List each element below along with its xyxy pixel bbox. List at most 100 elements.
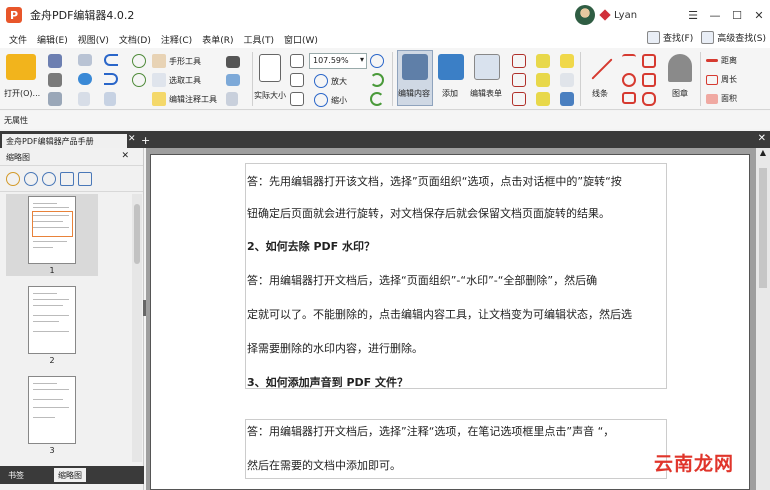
attach-icon[interactable] [560,73,574,87]
thumbnail-page[interactable] [28,376,76,444]
menu-view[interactable]: 视图(V) [77,33,110,46]
edit-form-icon[interactable] [474,54,500,80]
table-icon[interactable] [512,92,526,106]
polyline-icon[interactable] [642,73,656,87]
snapshot-icon[interactable] [226,56,240,68]
add-button[interactable]: 添加 [442,88,458,99]
zoom-select[interactable]: 107.59% [309,53,367,69]
minimize-button[interactable]: — [704,6,726,24]
properties-icon[interactable] [48,92,62,106]
sticky-note-icon[interactable] [560,54,574,68]
find-button[interactable]: 查找(F) [647,31,693,44]
advanced-find-button[interactable]: 高级查找(S) [701,31,766,44]
sound-icon[interactable] [560,92,574,106]
rotate-left-icon[interactable] [60,171,74,186]
circle-icon[interactable] [622,73,636,87]
user-name[interactable]: Lyan [614,10,637,21]
tab-document[interactable]: 金舟PDF编辑器产品手册 [2,134,127,148]
strikethrough-icon[interactable] [536,73,550,87]
underline-icon[interactable] [536,92,550,106]
thumbnail-page[interactable] [28,286,76,354]
open-button[interactable]: 打开(O)... [4,88,40,99]
thumbnail-item[interactable]: 2 [6,284,98,366]
shrink-thumb-icon[interactable] [42,171,56,186]
actual-size-icon[interactable] [259,54,281,82]
rectangle-icon[interactable] [622,92,636,104]
distance-button[interactable]: 距离 [706,55,737,66]
pdf-page[interactable]: 答：先用编辑器打开该文档，选择”页面组织“选项，点击对话框中的”旋转“按 钮确定… [150,154,750,490]
select-tool-button[interactable]: 选取工具 [152,73,201,87]
menu-comment[interactable]: 注释(C) [160,33,193,46]
thumbnail-page[interactable] [28,196,76,264]
zoom-dropdown-icon[interactable] [370,54,384,68]
insert-page-icon[interactable] [226,92,238,106]
lines-button[interactable]: 线条 [592,88,608,99]
panel-close-icon[interactable]: ✕ [121,151,129,161]
scroll-thumb[interactable] [759,168,767,288]
edit-form-button[interactable]: 编辑表单 [470,88,502,99]
cloud-shape-icon[interactable] [642,92,656,106]
back-icon[interactable] [132,54,146,68]
insert-image-icon[interactable] [226,74,240,86]
scroll-thumb[interactable] [134,204,140,264]
tab-thumbnails[interactable]: 缩略图 [54,468,86,482]
arrow-icon[interactable] [622,54,636,68]
more-options-icon[interactable] [96,172,104,186]
enlarge-thumb-icon[interactable] [24,171,38,186]
fit-visible-icon[interactable] [290,92,304,106]
forward-icon[interactable] [132,73,146,87]
email-icon[interactable] [78,54,92,66]
text-icon[interactable] [536,54,550,68]
hand-tool-button[interactable]: 手形工具 [152,54,201,68]
new-doc-icon[interactable] [78,92,90,106]
tab-bookmarks[interactable]: 书签 [4,468,28,482]
thumbnail-scrollbar[interactable] [132,194,142,462]
zoom-out-button[interactable]: 缩小 [314,93,347,107]
copy-icon[interactable] [104,92,116,106]
zoom-in-button[interactable]: 放大 [314,74,347,88]
maximize-button[interactable]: ☐ [726,6,748,24]
fit-width-icon[interactable] [290,54,304,68]
edit-annot-tool-button[interactable]: 编辑注释工具 [152,92,217,106]
rotate-right-icon[interactable] [78,171,92,186]
menu-file[interactable]: 文件 [8,33,28,46]
stamp-icon[interactable] [668,54,692,82]
line-icon[interactable] [591,58,613,80]
perimeter-button[interactable]: 周长 [706,74,737,85]
tab-close-icon[interactable]: ✕ [128,134,140,148]
print-icon[interactable] [48,73,62,87]
thumbnail-item[interactable]: 3 [6,374,98,456]
avatar[interactable] [575,5,595,25]
user-account[interactable]: Lyan [575,5,637,25]
rotate-ccw-icon[interactable] [370,92,384,106]
textbox-icon[interactable] [512,54,526,68]
close-all-icon[interactable]: ✕ [758,133,766,144]
edit-content-icon[interactable] [402,54,428,80]
polygon-icon[interactable] [642,54,656,68]
undo-icon[interactable] [104,54,118,66]
folder-icon[interactable] [6,54,36,80]
scroll-up-icon[interactable]: ▲ [756,148,770,162]
menu-icon[interactable]: ☰ [682,6,704,24]
stamp-button[interactable]: 图章 [672,88,688,99]
callout-icon[interactable] [512,73,526,87]
thumbnail-item[interactable]: 1 [6,194,98,276]
document-scrollbar[interactable]: ▲ [756,148,770,490]
new-tab-icon[interactable]: + [141,134,153,148]
redo-icon[interactable] [104,73,118,85]
add-image-icon[interactable] [438,54,464,80]
menu-form[interactable]: 表单(R) [201,33,234,46]
settings-icon[interactable] [6,171,20,186]
fit-page-icon[interactable] [290,73,304,87]
save-icon[interactable] [48,54,62,68]
menu-window[interactable]: 窗口(W) [283,33,319,46]
menu-document[interactable]: 文档(D) [118,33,152,46]
menu-edit[interactable]: 编辑(E) [36,33,69,46]
cloud-icon[interactable] [78,73,92,85]
actual-size-button[interactable]: 实际大小 [254,90,286,101]
close-button[interactable]: ✕ [748,6,770,24]
area-button[interactable]: 面积 [706,93,737,104]
rotate-cw-icon[interactable] [370,73,384,87]
edit-content-button[interactable]: 编辑内容 [398,88,430,99]
menu-tools[interactable]: 工具(T) [242,33,275,46]
